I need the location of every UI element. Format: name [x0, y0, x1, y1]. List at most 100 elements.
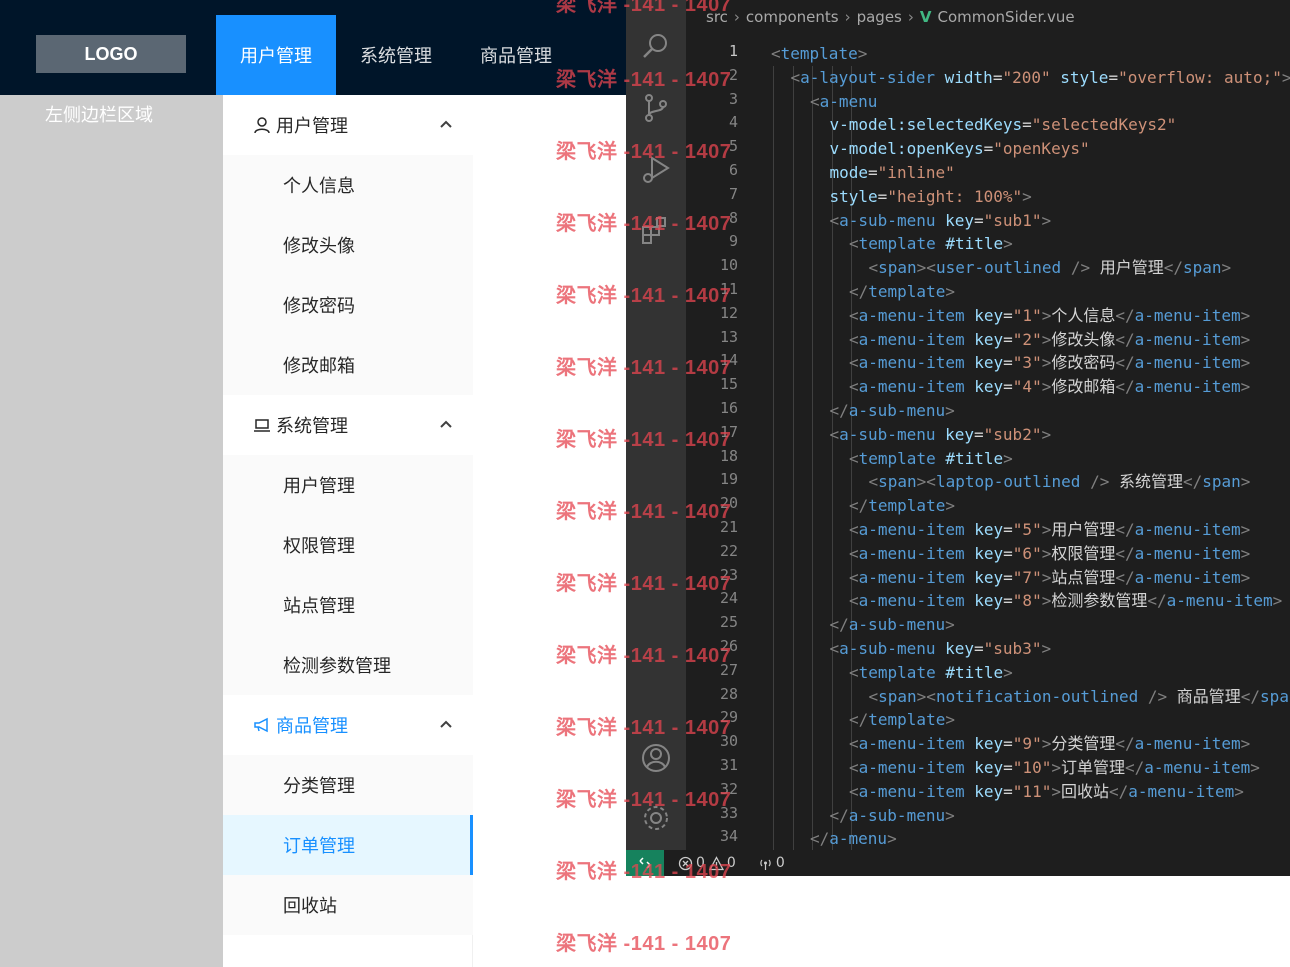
- code-line: </a-sub-menu>: [829, 615, 955, 635]
- status-ports[interactable]: 0: [758, 855, 785, 871]
- submenu-title-product[interactable]: 商品管理: [223, 695, 473, 755]
- line-number: 24: [719, 589, 738, 608]
- line-number: 21: [719, 518, 738, 536]
- submenu-title-label: 系统管理: [276, 416, 348, 436]
- line-number: 3: [728, 89, 738, 108]
- account-icon[interactable]: [640, 742, 672, 774]
- line-number: 27: [719, 660, 738, 679]
- code-line: <a-sub-menu key="sub2">: [829, 424, 1052, 444]
- indent-guide: [773, 65, 774, 852]
- code-line: </template>: [849, 496, 955, 516]
- line-number: 16: [719, 399, 738, 417]
- line-number: 6: [728, 161, 738, 179]
- line-number: 26: [719, 637, 738, 655]
- code-area[interactable]: <template> <a-layout-sider width="200" st…: [771, 34, 1290, 872]
- menu-item[interactable]: 用户管理: [223, 455, 473, 515]
- line-number: 23: [719, 565, 738, 584]
- vue-file-icon: V: [919, 8, 932, 26]
- code-line: <a-sub-menu key="sub3">: [829, 639, 1052, 658]
- code-line: <span><notification-outlined /> 商品管理</sp…: [868, 686, 1290, 706]
- run-debug-icon[interactable]: [640, 154, 672, 186]
- activity-bar: [626, 0, 686, 850]
- user-icon: [254, 117, 270, 134]
- line-number: 22: [719, 541, 738, 560]
- indent-guide: [792, 65, 794, 852]
- left-sidebar-area-label: 左侧边栏区域: [45, 105, 153, 125]
- menu-item[interactable]: 站点管理: [223, 575, 473, 635]
- code-line: <a-layout-sider width="200" style="overf…: [790, 67, 1290, 87]
- line-number: 2: [728, 65, 738, 84]
- menu-item[interactable]: 分类管理: [223, 755, 473, 815]
- nav-item-system-management[interactable]: 系统管理: [336, 15, 456, 95]
- status-problems[interactable]: 0 0: [678, 855, 736, 871]
- chevron-right-icon: ›: [907, 8, 914, 26]
- menu-item[interactable]: 检测参数管理: [223, 635, 473, 695]
- code-line: v-model:selectedKeys="selectedKeys2": [829, 115, 1177, 135]
- side-menu: 用户管理 个人信息 修改头像 修改密码 修改邮箱 系统管理 用户管理 权限管理 …: [223, 95, 473, 967]
- notification-icon: [254, 717, 268, 733]
- line-number: 4: [728, 113, 738, 132]
- submenu-title-system[interactable]: 系统管理: [223, 395, 473, 455]
- code-line: <a-sub-menu key="sub1">: [829, 210, 1052, 230]
- line-number-gutter: 1 2 3 4 5 6 7 8 9 10 11 12 13 14 15 16 17 18 19 20 21 22 23 24 2…: [686, 34, 766, 869]
- code-line: <span><laptop-outlined /> 系统管理</span>: [868, 472, 1251, 492]
- menu-item[interactable]: 修改邮箱: [223, 335, 473, 395]
- ports-count: 0: [775, 855, 785, 871]
- line-number: 1: [728, 42, 738, 60]
- code-line: mode="inline": [829, 163, 955, 182]
- code-line: <template>: [771, 44, 868, 63]
- code-line: <a-menu: [810, 91, 878, 111]
- code-line: <a-menu-item key="10">订单管理</a-menu-item>: [849, 758, 1260, 777]
- menu-item[interactable]: 回收站: [223, 875, 473, 935]
- line-number: 28: [719, 684, 738, 703]
- menu-item[interactable]: 权限管理: [223, 515, 473, 575]
- submenu-body-user: 个人信息 修改头像 修改密码 修改邮箱: [223, 155, 473, 395]
- code-line: <template #title>: [849, 234, 1013, 254]
- status-bar: 0 0 0: [626, 850, 1290, 876]
- gear-icon[interactable]: [640, 802, 672, 834]
- breadcrumb-item[interactable]: src: [706, 8, 728, 26]
- chevron-up-icon: [440, 720, 452, 728]
- code-line: </a-sub-menu>: [829, 401, 955, 420]
- logo: LOGO: [36, 35, 186, 73]
- breadcrumb-item[interactable]: pages: [857, 8, 902, 26]
- breadcrumb: src › components › pages › V CommonSider…: [686, 0, 1290, 34]
- code-line: <a-menu-item key="6">权限管理</a-menu-item>: [849, 543, 1251, 563]
- nav-item-product-management[interactable]: 商品管理: [456, 15, 576, 95]
- chevron-right-icon: ›: [733, 8, 740, 26]
- line-number: 11: [719, 280, 738, 298]
- menu-item[interactable]: 个人信息: [223, 155, 473, 215]
- code-line: </template>: [849, 710, 955, 730]
- chevron-up-icon: [440, 120, 452, 128]
- broadcast-icon: [760, 859, 771, 870]
- error-count: 0: [696, 855, 705, 871]
- submenu-title-label: 商品管理: [276, 716, 348, 736]
- submenu-title-user[interactable]: 用户管理: [223, 95, 473, 155]
- menu-item[interactable]: 修改密码: [223, 275, 473, 335]
- submenu-body-system: 用户管理 权限管理 站点管理 检测参数管理: [223, 455, 473, 695]
- remote-indicator-button[interactable]: [626, 850, 664, 876]
- code-line: </template>: [849, 282, 955, 301]
- code-line: <a-menu-item key="5">用户管理</a-menu-item>: [849, 520, 1251, 539]
- search-icon[interactable]: [640, 30, 672, 62]
- line-number: 8: [728, 208, 738, 227]
- code-line: </a-menu>: [810, 829, 897, 849]
- menu-item-selected[interactable]: 订单管理: [223, 815, 473, 875]
- extensions-icon[interactable]: [640, 214, 672, 246]
- remote-icon: [639, 857, 651, 869]
- source-control-icon[interactable]: [640, 92, 672, 124]
- code-line: <a-menu-item key="1">个人信息</a-menu-item>: [849, 305, 1251, 325]
- breadcrumb-file[interactable]: CommonSider.vue: [937, 8, 1074, 26]
- breadcrumb-item[interactable]: components: [746, 8, 839, 26]
- error-icon: [678, 856, 693, 870]
- code-line: <a-menu-item key="9">分类管理</a-menu-item>: [849, 734, 1251, 754]
- nav-item-user-management[interactable]: 用户管理: [216, 15, 336, 95]
- line-number: 14: [719, 351, 738, 370]
- line-number: 18: [719, 446, 738, 465]
- code-line: <a-menu-item key="11">回收站</a-menu-item>: [849, 781, 1244, 801]
- app-header: LOGO 用户管理 系统管理 商品管理: [0, 0, 626, 95]
- menu-item[interactable]: 修改头像: [223, 215, 473, 275]
- line-number: 12: [719, 303, 738, 322]
- code-line: <a-menu-item key="2">修改头像</a-menu-item>: [849, 329, 1251, 349]
- code-line: </a-sub-menu>: [829, 805, 955, 825]
